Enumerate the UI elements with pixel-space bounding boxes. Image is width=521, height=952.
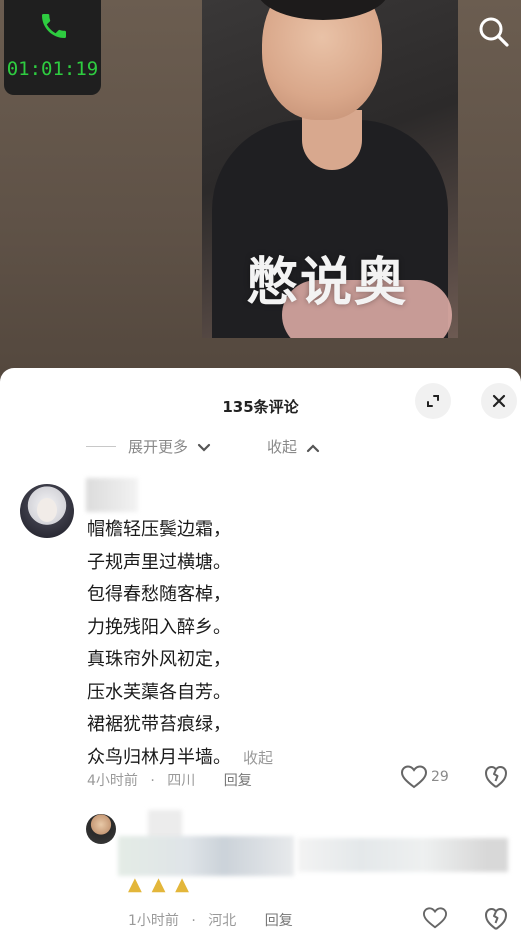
avatar[interactable] <box>20 484 74 538</box>
foot-emoji-icon: ▲ ▲ ▲ <box>128 874 191 895</box>
search-icon <box>479 17 509 47</box>
chevron-down-icon <box>197 443 210 452</box>
expand-more-link[interactable]: 展开更多 <box>128 436 211 457</box>
reply-reply-button[interactable]: 回复 <box>265 913 293 929</box>
like-button[interactable]: 29 <box>400 764 449 790</box>
chevron-up-icon <box>306 443 319 452</box>
comment-line: 包得春愁随客棹， <box>87 584 231 605</box>
collapse-label: 收起 <box>267 438 298 456</box>
video-caption: 憋说奥 <box>246 253 409 313</box>
meta-separator: · <box>150 773 155 789</box>
reply-text-redacted <box>298 838 508 872</box>
reply-avatar[interactable] <box>86 814 116 844</box>
reply-location: 河北 <box>208 913 237 929</box>
comment-meta: 4小时前 · 四川 回复 <box>87 770 252 790</box>
comment-time: 4小时前 <box>87 773 138 789</box>
close-sheet-button[interactable] <box>481 383 517 419</box>
reply-text-redacted <box>118 836 294 876</box>
reply-time: 1小时前 <box>128 913 179 929</box>
reply-button[interactable]: 回复 <box>224 770 252 790</box>
call-timer: 01:01:19 <box>6 58 99 80</box>
broken-heart-icon <box>485 766 507 788</box>
comment-text: 帽檐轻压鬓边霜， 子规声里过横塘。 包得春愁随客棹， 力挽残阳入醉乡。 真珠帘外… <box>87 514 387 774</box>
dislike-button[interactable] <box>484 764 508 790</box>
reply-meta: 1小时前 · 河北 回复 <box>128 910 293 930</box>
reply-dislike-button[interactable] <box>484 906 508 932</box>
search-button[interactable] <box>474 12 514 52</box>
reply-like-button[interactable] <box>422 906 448 930</box>
comment-line: 裙裾犹带苔痕绿， <box>87 714 231 735</box>
meta-separator: · <box>191 913 196 929</box>
comment-line: 帽檐轻压鬓边霜， <box>87 519 231 540</box>
comment-line-text: 众鸟归林月半墙。 <box>87 746 231 768</box>
collapse-link[interactable]: 收起 <box>267 436 320 457</box>
username-redacted <box>86 478 138 512</box>
heart-icon <box>422 907 448 929</box>
divider <box>86 446 116 447</box>
comment-line: 压水芙蕖各自芳。 <box>87 681 231 703</box>
inline-collapse-link[interactable]: 收起 <box>243 749 273 767</box>
close-icon <box>492 394 506 408</box>
broken-heart-icon <box>485 908 507 930</box>
phone-icon <box>42 14 66 38</box>
expand-icon <box>427 395 439 407</box>
call-widget[interactable]: 01:01:19 <box>4 0 101 95</box>
comment-location: 四川 <box>167 773 196 789</box>
comment-line: 力挽残阳入醉乡。 <box>87 616 231 638</box>
expand-more-label: 展开更多 <box>128 438 189 456</box>
heart-icon <box>400 765 428 789</box>
comment-sheet: 135条评论 展开更多 收起 帽檐轻压鬓边霜， 子规声里过横塘。 包得春愁随客棹… <box>0 368 521 952</box>
like-count: 29 <box>431 769 449 785</box>
comment-line: 真珠帘外风初定， <box>87 649 231 670</box>
expand-sheet-button[interactable] <box>415 383 451 419</box>
comment-line: 子规声里过横塘。 <box>87 551 231 573</box>
